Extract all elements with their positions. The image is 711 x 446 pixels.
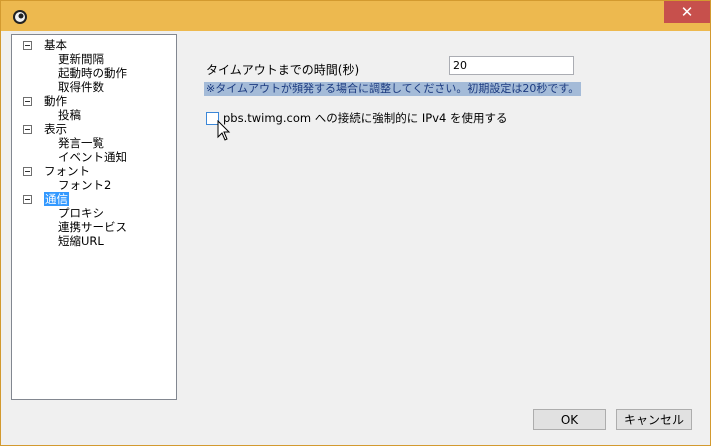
- collapse-icon[interactable]: [23, 195, 32, 204]
- close-button[interactable]: ✕: [664, 1, 710, 23]
- tree-item-url-shortener[interactable]: 短縮URL: [58, 234, 104, 248]
- tree-item-label-selected[interactable]: 通信: [44, 192, 69, 206]
- tree-item-linked-services[interactable]: 連携サービス: [58, 220, 127, 234]
- timeout-input[interactable]: 20: [449, 56, 574, 75]
- timeout-label: タイムアウトまでの時間(秒): [206, 63, 360, 77]
- tree-item-label[interactable]: 表示: [44, 122, 67, 136]
- tree-group-display[interactable]: 表示: [20, 122, 170, 136]
- tree-item-proxy[interactable]: プロキシ: [58, 206, 104, 220]
- timeout-notice: ※タイムアウトが頻発する場合に調整してください。初期設定は20秒です。: [204, 82, 582, 96]
- app-icon: [13, 10, 27, 24]
- tree-group-basic[interactable]: 基本: [20, 38, 170, 52]
- ipv4-checkbox-label[interactable]: pbs.twimg.com への接続に強制的に IPv4 を使用する: [223, 110, 508, 126]
- tree-group-behavior[interactable]: 動作: [20, 94, 170, 108]
- tree-group-connection[interactable]: 通信: [20, 192, 170, 206]
- tree-item-post[interactable]: 投稿: [58, 108, 81, 122]
- tree-group-font[interactable]: フォント: [20, 164, 170, 178]
- tree-item-font2[interactable]: フォント2: [58, 178, 111, 192]
- tree-item-startup-action[interactable]: 起動時の動作: [58, 66, 127, 80]
- dialog-body: 基本 更新間隔 起動時の動作 取得件数 動作 投稿 表示 発言一覧 イベント通知…: [9, 31, 702, 439]
- collapse-icon[interactable]: [23, 125, 32, 134]
- close-icon: ✕: [680, 3, 694, 21]
- collapse-icon[interactable]: [23, 97, 32, 106]
- tree-item-event-notify[interactable]: イベント通知: [58, 150, 127, 164]
- settings-window: ✕ 基本 更新間隔 起動時の動作 取得件数 動作 投稿 表示 発言一覧 イベント…: [0, 0, 711, 446]
- settings-tree[interactable]: 基本 更新間隔 起動時の動作 取得件数 動作 投稿 表示 発言一覧 イベント通知…: [11, 34, 177, 400]
- collapse-icon[interactable]: [23, 167, 32, 176]
- mouse-cursor-icon: [217, 120, 231, 141]
- tree-item-update-interval[interactable]: 更新間隔: [58, 52, 104, 66]
- cancel-button[interactable]: キャンセル: [616, 409, 692, 430]
- tree-item-label[interactable]: フォント: [44, 164, 90, 178]
- title-bar[interactable]: ✕: [1, 1, 710, 31]
- ok-button[interactable]: OK: [533, 409, 606, 430]
- collapse-icon[interactable]: [23, 41, 32, 50]
- tree-item-label[interactable]: 基本: [44, 38, 67, 52]
- tree-item-fetch-count[interactable]: 取得件数: [58, 80, 104, 94]
- tree-item-timeline[interactable]: 発言一覧: [58, 136, 104, 150]
- tree-item-label[interactable]: 動作: [44, 94, 67, 108]
